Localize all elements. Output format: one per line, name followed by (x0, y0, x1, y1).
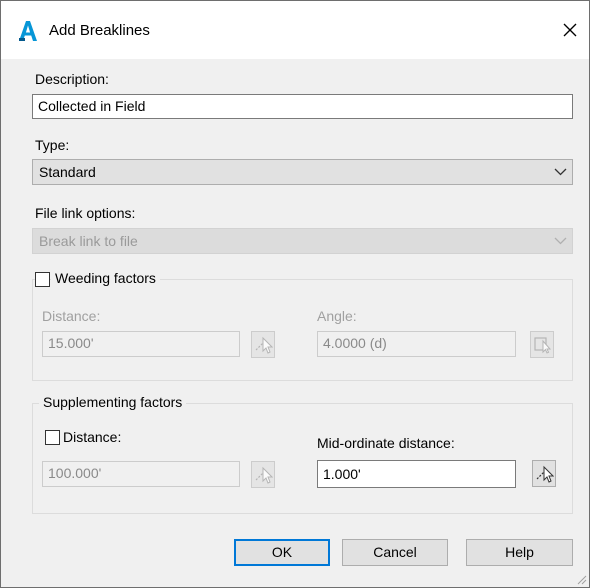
window-title: Add Breaklines (49, 22, 150, 39)
description-label: Description: (35, 71, 109, 87)
cancel-button[interactable]: Cancel (342, 539, 448, 566)
weeding-distance-label: Distance: (42, 308, 101, 324)
description-input[interactable]: Collected in Field (32, 94, 573, 119)
close-icon[interactable] (557, 17, 583, 43)
add-breaklines-dialog: Add Breaklines Description: Collected in… (0, 0, 590, 588)
type-label: Type: (35, 137, 70, 153)
supplementing-distance-pick-button[interactable] (251, 461, 275, 488)
file-link-label: File link options: (35, 205, 136, 221)
weeding-distance-pick-button[interactable] (251, 331, 275, 358)
weeding-factors-checkbox[interactable] (35, 272, 50, 287)
help-button[interactable]: Help (466, 539, 573, 566)
chevron-down-icon (554, 168, 567, 176)
supplementing-factors-label: Supplementing factors (39, 394, 187, 410)
file-link-dropdown[interactable]: Break link to file (32, 228, 573, 254)
supplementing-factors-group (32, 403, 573, 514)
autocad-logo-icon (19, 21, 37, 41)
weeding-distance-input[interactable]: 15.000' (42, 331, 240, 357)
supplementing-distance-label: Distance: (63, 429, 122, 445)
mid-ordinate-distance-input[interactable]: 1.000' (317, 460, 516, 488)
weeding-factors-group (32, 279, 573, 381)
pick-distance-icon (255, 466, 273, 484)
type-selected-value: Standard (39, 164, 96, 180)
resize-grip-icon[interactable] (575, 573, 587, 585)
weeding-factors-label: Weeding factors (51, 270, 160, 286)
mid-ordinate-distance-label: Mid-ordinate distance: (317, 435, 455, 451)
supplementing-distance-input[interactable]: 100.000' (42, 461, 240, 487)
weeding-angle-label: Angle: (317, 308, 357, 324)
weeding-angle-input[interactable]: 4.0000 (d) (317, 331, 516, 357)
chevron-down-icon (554, 237, 567, 245)
weeding-angle-pick-button[interactable] (530, 331, 554, 358)
file-link-selected-value: Break link to file (39, 233, 138, 249)
title-bar[interactable]: Add Breaklines (1, 1, 589, 59)
mid-ordinate-pick-button[interactable] (532, 460, 556, 487)
pick-distance-icon (536, 465, 554, 483)
pick-distance-icon (255, 336, 273, 354)
ok-button[interactable]: OK (234, 539, 330, 566)
pick-angle-icon (534, 337, 552, 354)
type-dropdown[interactable]: Standard (32, 159, 573, 185)
supplementing-distance-checkbox[interactable] (45, 430, 60, 445)
